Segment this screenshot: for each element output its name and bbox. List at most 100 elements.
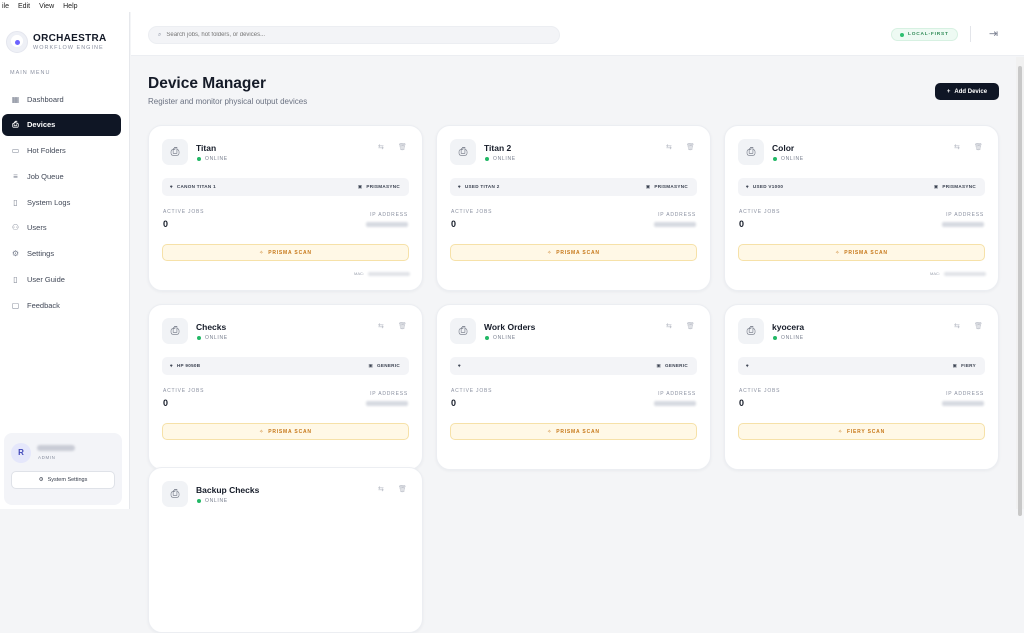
menu-view[interactable]: View [39,3,54,10]
brand[interactable]: ORCHAESTRA WORKFLOW ENGINE [0,12,129,58]
local-first-badge: LOCAL-FIRST [891,28,958,41]
brand-subtitle: WORKFLOW ENGINE [33,45,104,51]
swap-icon[interactable]: ⇆ [666,322,672,330]
device-status: ONLINE [197,156,228,162]
gear-icon: ⚙ [38,477,44,483]
system-settings-label: System Settings [47,477,88,483]
active-jobs-value: 0 [451,398,457,408]
menu-edit[interactable]: Edit [18,3,30,10]
scan-button[interactable]: ✧ FIERY SCAN [738,423,985,440]
scan-button[interactable]: ✧ PRISMA SCAN [162,423,409,440]
location-pin-icon: ⌖ [746,363,749,368]
ip-address-label: IP ADDRESS [946,391,984,397]
trash-icon[interactable]: 🗑 [686,143,695,151]
device-model-row: ⌖ USED TITAN 2 ▣ PRISMASYNC [450,178,697,196]
system-icon: ▣ [357,184,363,189]
device-model-row: ⌖ ▣ GENERIC [450,357,697,375]
scrollbar-thumb[interactable] [1018,66,1022,516]
status-label: ONLINE [493,156,516,162]
scrollbar[interactable] [1016,57,1024,516]
device-status: ONLINE [485,156,516,162]
system-settings-button[interactable]: ⚙ System Settings [11,471,115,489]
scan-label: PRISMA SCAN [844,249,888,256]
device-model-row: ⌖ CANON TITAN 1 ▣ PRISMASYNC [162,178,409,196]
printer-icon: ⎙ [738,139,764,165]
scan-button[interactable]: ✧ PRISMA SCAN [162,244,409,261]
sidebar-item-settings[interactable]: ⚙ Settings [2,243,121,265]
printer-icon: ⎙ [738,318,764,344]
device-card[interactable]: ⎙ Work Orders ONLINE ⇆ 🗑 ⌖ ▣ GENERIC ACTIVE JOBS… [436,304,711,470]
device-system: PRISMASYNC [654,184,688,189]
device-system: FIERY [961,363,976,368]
scan-icon: ✧ [837,428,843,435]
sidebar-item-label: Hot Folders [27,146,66,156]
sidebar-item-users[interactable]: ⚇ Users [2,217,121,239]
trash-icon[interactable]: 🗑 [398,485,407,493]
system-icon: ▣ [645,184,651,189]
active-jobs-label: ACTIVE JOBS [163,388,205,394]
device-card[interactable]: ⎙ kyocera ONLINE ⇆ 🗑 ⌖ ▣ FIERY ACTIVE JOBS 0 IP AD… [724,304,999,470]
brand-name: ORCHAESTRA [33,33,107,44]
device-card[interactable]: ⎙ Checks ONLINE ⇆ 🗑 ⌖ HP 9050B ▣ GENERIC ACTIVE J… [148,304,423,470]
search-bar[interactable]: ⌕ [148,26,560,44]
trash-icon[interactable]: 🗑 [974,322,983,330]
status-label: ONLINE [205,156,228,162]
swap-icon[interactable]: ⇆ [378,485,384,493]
device-card[interactable]: ⎙ Titan ONLINE ⇆ 🗑 ⌖ CANON TITAN 1 ▣ PRISMASYNC A… [148,125,423,291]
scan-label: PRISMA SCAN [268,428,312,435]
ip-address-redacted [654,222,696,227]
avatar[interactable]: R [11,443,31,463]
device-card[interactable]: ⎙ Color ONLINE ⇆ 🗑 ⌖ USED V1000 ▣ PRISMASYNC ACTI… [724,125,999,291]
sidebar-item-devices[interactable]: ⎙ Devices [2,113,121,136]
logout-icon[interactable]: ⇥ [989,27,998,40]
device-card[interactable]: ⎙ Backup Checks ONLINE ⇆ 🗑 [148,467,423,633]
system-icon: ▣ [952,363,958,368]
device-model: USED V1000 [752,184,784,189]
device-card[interactable]: ⎙ Titan 2 ONLINE ⇆ 🗑 ⌖ USED TITAN 2 ▣ PRISMASYNC… [436,125,711,291]
device-system: GENERIC [664,363,688,368]
scan-button[interactable]: ✧ PRISMA SCAN [450,244,697,261]
menu-file[interactable]: ile [2,3,9,10]
swap-icon[interactable]: ⇆ [378,143,384,151]
sidebar-item-system-logs[interactable]: ▯ System Logs [2,191,121,213]
location-pin-icon: ⌖ [458,184,461,189]
gear-icon: ⚙ [11,249,20,259]
swap-icon[interactable]: ⇆ [954,143,960,151]
scan-label: FIERY SCAN [846,428,885,435]
online-dot-icon [485,157,489,161]
device-model: CANON TITAN 1 [176,184,216,189]
printer-icon: ⎙ [162,318,188,344]
mac-label: MAC: [354,271,364,276]
device-system: PRISMASYNC [942,184,976,189]
logo-icon [6,31,28,53]
sidebar-item-user-guide[interactable]: ▯ User Guide [2,269,121,291]
list-icon: ≡ [13,171,18,181]
swap-icon[interactable]: ⇆ [666,143,672,151]
sidebar-item-feedback[interactable]: ▢ Feedback [2,294,121,316]
active-jobs-label: ACTIVE JOBS [739,209,781,215]
swap-icon[interactable]: ⇆ [954,322,960,330]
sidebar: ORCHAESTRA WORKFLOW ENGINE MAIN MENU ▦ Da… [0,12,130,509]
search-icon: ⌕ [158,31,162,38]
device-status: ONLINE [773,156,804,162]
scan-icon: ✧ [835,249,841,256]
sidebar-item-label: Devices [27,120,56,130]
scan-icon: ✧ [547,428,553,435]
sidebar-item-dashboard[interactable]: ▦ Dashboard [2,88,121,110]
swap-icon[interactable]: ⇆ [378,322,384,330]
menu-section-label: MAIN MENU [10,70,51,76]
scan-button[interactable]: ✧ PRISMA SCAN [738,244,985,261]
trash-icon[interactable]: 🗑 [398,143,407,151]
trash-icon[interactable]: 🗑 [974,143,983,151]
system-icon: ▣ [368,363,373,368]
scan-button[interactable]: ✧ PRISMA SCAN [450,423,697,440]
add-device-button[interactable]: + Add Device [935,83,999,100]
trash-icon[interactable]: 🗑 [398,322,407,330]
search-input[interactable] [166,32,527,38]
ip-address-label: IP ADDRESS [946,212,984,218]
sidebar-item-job-queue[interactable]: ≡ Job Queue [2,165,121,187]
sidebar-item-hot-folders[interactable]: ▭ Hot Folders [2,140,121,162]
menu-help[interactable]: Help [63,3,77,10]
trash-icon[interactable]: 🗑 [686,322,695,330]
device-name: Checks [196,322,227,332]
